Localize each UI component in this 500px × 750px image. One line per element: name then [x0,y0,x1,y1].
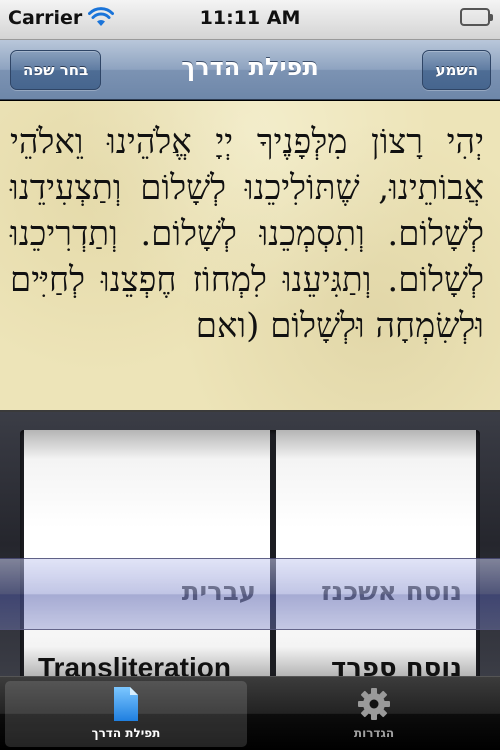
choose-language-button[interactable]: בחר שפה [10,50,102,90]
navigation-bar: בחר שפה תפילת הדרך השמע [0,40,500,100]
clock: 11:11 AM [199,7,301,29]
document-icon [109,685,143,723]
prayer-text-view[interactable]: יְהִי רָצוֹן מִלְּפָנֶיךָ יְיָ אֱלֹהֵינו… [0,101,500,412]
status-bar: Carrier 11:11 AM [0,0,500,40]
language-wheel[interactable]: עברית Transliteration [24,430,270,676]
page-title: תפילת הדרך [181,53,319,81]
language-option-selected[interactable]: עברית [24,562,270,622]
language-nusach-picker[interactable]: עברית Transliteration נוסח אשכנז נוסח ספ… [0,412,500,676]
gear-icon [357,685,391,723]
nusach-option-sefard[interactable]: נוסח ספרד [276,638,476,676]
nusach-wheel[interactable]: נוסח אשכנז נוסח ספרד [276,430,476,676]
battery-icon [460,8,493,26]
tab-prayer[interactable]: תפילת הדרך [5,681,247,747]
tab-prayer-label: תפילת הדרך [91,726,161,740]
play-audio-button[interactable]: השמע [422,50,491,90]
nusach-option-selected[interactable]: נוסח אשכנז [276,562,476,622]
tab-settings-label: הגדרות [353,726,395,740]
tab-settings[interactable]: הגדרות [253,681,495,747]
picker-frame: עברית Transliteration נוסח אשכנז נוסח ספ… [0,430,500,676]
language-option-transliteration[interactable]: Transliteration [24,638,270,676]
prayer-text: יְהִי רָצוֹן מִלְּפָנֶיךָ יְיָ אֱלֹהֵינו… [10,122,484,346]
tab-bar: תפילת הדרך הגדרות [0,676,500,750]
